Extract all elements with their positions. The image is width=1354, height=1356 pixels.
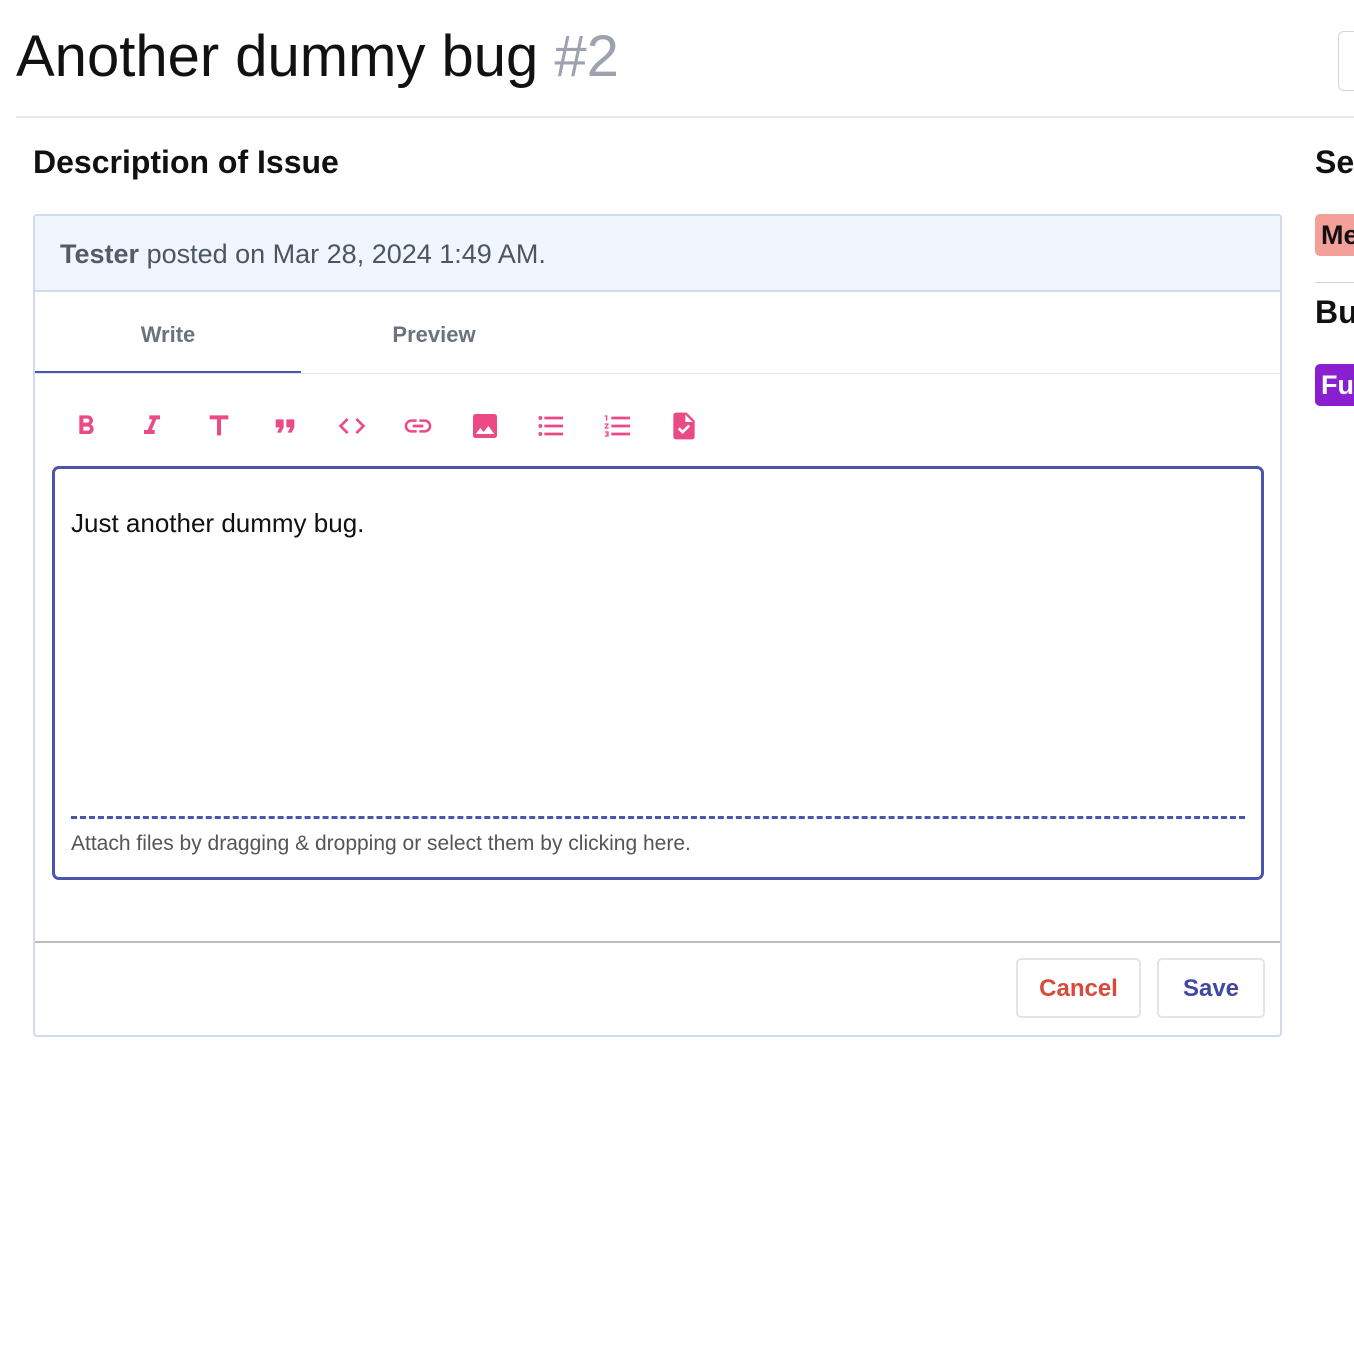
bug-type-badge[interactable]: Fu [1315, 364, 1354, 406]
bulleted-list-icon[interactable] [531, 406, 571, 446]
link-icon[interactable] [398, 406, 438, 446]
bold-icon[interactable] [66, 406, 106, 446]
header-action-button[interactable] [1338, 31, 1354, 91]
tab-preview[interactable]: Preview [301, 294, 567, 374]
numbered-list-icon[interactable] [598, 406, 638, 446]
severity-badge[interactable]: Me [1315, 214, 1354, 256]
attach-dropzone-border [71, 816, 1245, 819]
italic-icon[interactable] [132, 406, 172, 446]
issue-number: #2 [554, 24, 619, 89]
code-icon[interactable] [332, 406, 372, 446]
editor-content[interactable]: Just another dummy bug. [71, 505, 364, 541]
post-meta: posted on Mar 28, 2024 1:49 AM. [146, 239, 546, 269]
issue-title: Another dummy bug [16, 24, 539, 89]
description-editor[interactable]: Just another dummy bug. Attach files by … [52, 466, 1264, 880]
bug-type-heading: Bu [1315, 294, 1354, 330]
sidebar-divider [1315, 282, 1354, 283]
severity-heading: Se [1315, 144, 1354, 180]
heading-icon[interactable] [199, 406, 239, 446]
page-title: Another dummy bug #2 [16, 22, 619, 92]
image-icon[interactable] [465, 406, 505, 446]
cancel-button[interactable]: Cancel [1016, 958, 1141, 1018]
attach-files-hint[interactable]: Attach files by dragging & dropping or s… [71, 829, 691, 859]
tabs-divider [35, 373, 1280, 374]
section-title: Description of Issue [33, 144, 339, 180]
post-header: Tester posted on Mar 28, 2024 1:49 AM. [35, 216, 1280, 292]
description-card: Tester posted on Mar 28, 2024 1:49 AM. W… [33, 214, 1282, 1037]
footer-divider [35, 941, 1280, 943]
post-author: Tester [60, 239, 140, 269]
quote-icon[interactable] [265, 406, 305, 446]
header-divider [16, 116, 1354, 118]
checklist-icon[interactable] [664, 406, 704, 446]
tab-write[interactable]: Write [35, 294, 301, 374]
save-button[interactable]: Save [1157, 958, 1265, 1018]
